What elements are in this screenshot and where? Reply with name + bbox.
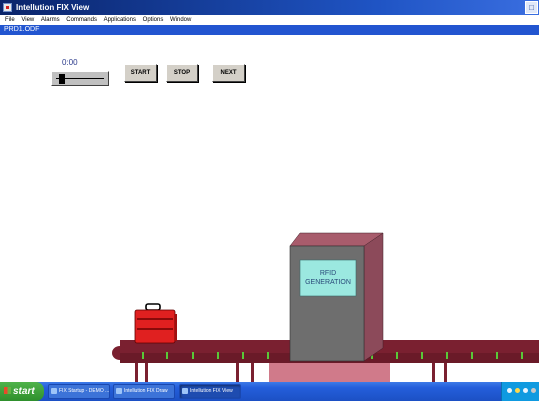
menu-view[interactable]: View [21, 15, 34, 25]
station-base [269, 361, 390, 382]
rfid-station: RFID GENERATION [289, 232, 384, 362]
taskbar-item-fix-view[interactable]: Intellution FIX View [179, 384, 241, 399]
luggage-handle [145, 303, 161, 311]
conveyor-leg [432, 362, 435, 382]
menu-alarms[interactable]: Alarms [41, 15, 60, 25]
menu-commands[interactable]: Commands [66, 15, 97, 25]
maximize-button[interactable]: □ [525, 1, 538, 14]
conveyor-leg [135, 362, 138, 382]
conveyor-leg [251, 362, 254, 382]
conveyor-leg [444, 362, 447, 382]
taskbar-item-label: Intellution FIX Draw [124, 388, 168, 394]
taskbar-item-label: FIX Startup - DEMO ... [59, 388, 110, 394]
taskbar-item-fix-startup[interactable]: FIX Startup - DEMO ... [48, 384, 110, 399]
conveyor-scene: RFID GENERATION [112, 232, 539, 382]
menu-window[interactable]: Window [170, 15, 191, 25]
app-icon [116, 388, 122, 394]
start-menu-button[interactable]: start [0, 382, 44, 401]
window-title: Intellution FIX View [16, 3, 90, 12]
windows-logo-icon [4, 387, 11, 394]
menu-applications[interactable]: Applications [104, 15, 136, 25]
title-bar: Intellution FIX View □ [0, 0, 539, 15]
app-icon [182, 388, 188, 394]
menu-file[interactable]: File [5, 15, 15, 25]
taskbar-item-fix-draw[interactable]: Intellution FIX Draw [113, 384, 175, 399]
tray-clock-icon[interactable] [531, 388, 536, 393]
app-icon [3, 3, 12, 12]
station-label-line2: GENERATION [305, 279, 351, 286]
luggage-item [134, 303, 177, 344]
menu-bar: File View Alarms Commands Applications O… [0, 15, 539, 25]
luggage-body [134, 309, 176, 344]
station-display [299, 259, 357, 297]
tray-status-icon[interactable] [515, 388, 520, 393]
tray-volume-icon[interactable] [523, 388, 528, 393]
workspace: 0:00 START STOP NEXT RFID GENERATION [0, 35, 539, 382]
station-side [363, 232, 384, 362]
menu-options[interactable]: Options [143, 15, 164, 25]
document-tab[interactable]: PRD1.ODF [0, 25, 539, 35]
conveyor-leg [145, 362, 148, 382]
taskbar: start FIX Startup - DEMO ... Intellution… [0, 382, 539, 401]
tray-network-icon[interactable] [507, 388, 512, 393]
system-tray [501, 382, 539, 401]
app-icon [51, 388, 57, 394]
taskbar-item-label: Intellution FIX View [190, 388, 233, 394]
conveyor-leg [236, 362, 239, 382]
start-label: start [13, 386, 35, 397]
station-label-line1: RFID [320, 270, 336, 277]
